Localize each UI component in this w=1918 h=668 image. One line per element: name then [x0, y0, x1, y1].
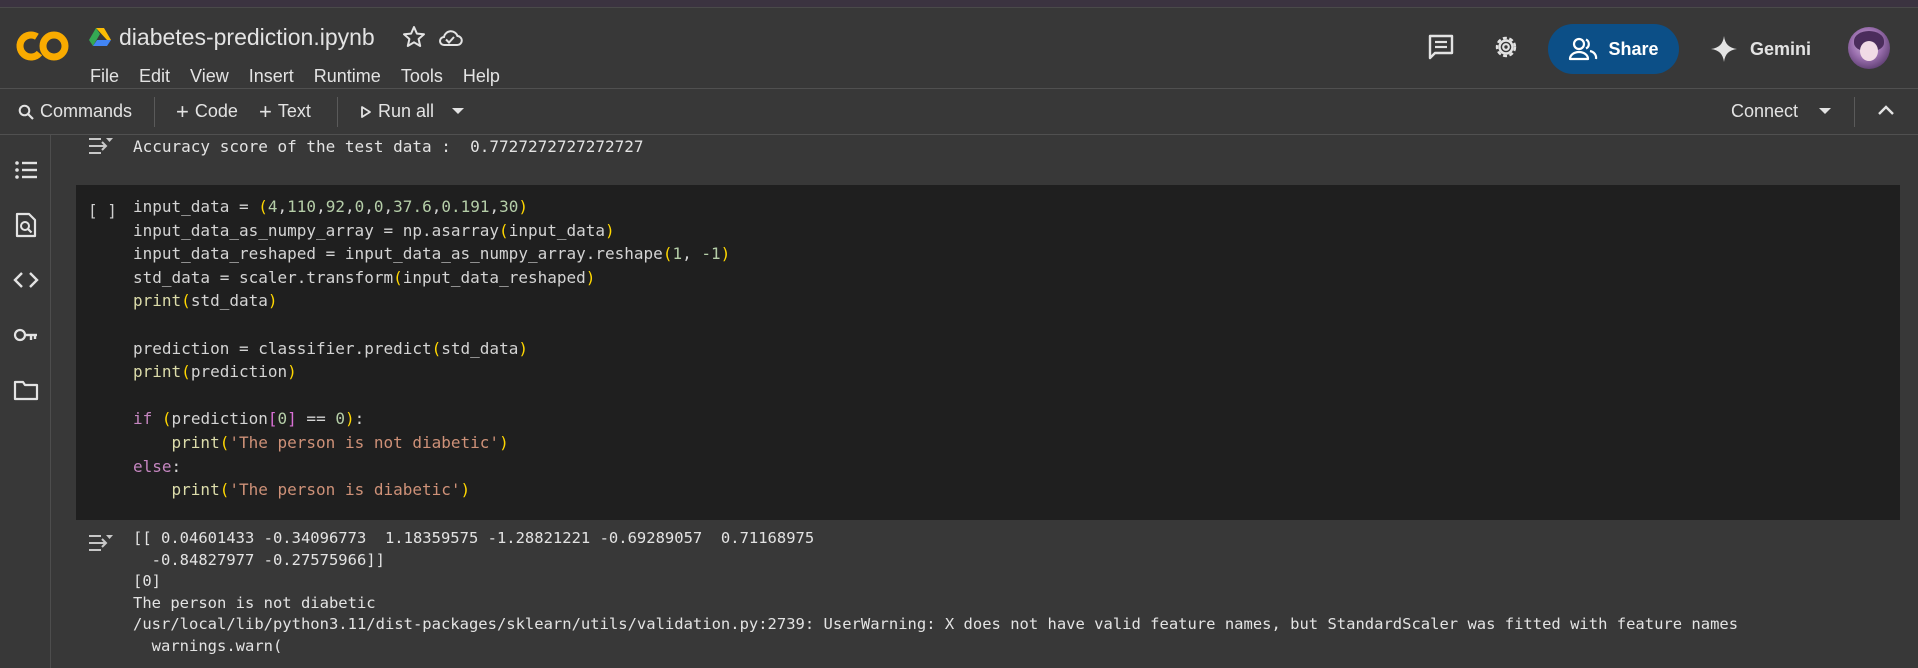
left-sidebar — [0, 135, 51, 668]
play-icon — [361, 105, 371, 118]
output-toggle-icon[interactable] — [88, 532, 114, 554]
search-icon — [18, 104, 34, 120]
table-of-contents-icon[interactable] — [13, 157, 39, 183]
colab-logo-icon[interactable] — [16, 30, 70, 62]
code-line: else: — [133, 456, 182, 476]
notebook-title[interactable]: diabetes-prediction.ipynb — [119, 24, 375, 51]
window-top-strip — [0, 0, 1918, 8]
code-line: print(prediction) — [133, 362, 297, 382]
code-line: prediction = classifier.predict(std_data… — [133, 338, 528, 358]
secrets-key-icon[interactable] — [13, 322, 39, 348]
code-line: input_data_as_numpy_array = np.asarray(i… — [133, 220, 615, 240]
prev-cell-output: Accuracy score of the test data : 0.7727… — [133, 137, 644, 156]
code-line: input_data_reshaped = input_data_as_nump… — [133, 244, 731, 264]
add-text-button[interactable]: + Text — [259, 89, 311, 134]
code-snippets-icon[interactable] — [13, 267, 39, 293]
output-toggle-icon[interactable] — [88, 135, 114, 157]
header: diabetes-prediction.ipynb File Edit View… — [0, 8, 1918, 88]
plus-icon: + — [259, 98, 272, 124]
gemini-label: Gemini — [1750, 38, 1812, 59]
connect-chevron-down-icon[interactable] — [1818, 106, 1832, 116]
gemini-button[interactable]: Gemini — [1710, 28, 1811, 70]
comment-icon[interactable] — [1426, 32, 1456, 62]
toolbar-divider — [154, 97, 155, 127]
people-icon — [1569, 37, 1598, 61]
run-all-label: Run all — [378, 101, 435, 121]
notebook-toolbar: Commands + Code + Text Run all Connect — [0, 88, 1918, 135]
google-drive-icon — [89, 28, 111, 46]
output-line: /usr/local/lib/python3.11/dist-packages/… — [133, 615, 1739, 634]
code-line: input_data = (4,110,92,0,0,37.6,0.191,30… — [133, 197, 529, 216]
plus-icon: + — [176, 98, 189, 124]
output-line: warnings.warn( — [133, 636, 283, 655]
toolbar-divider — [337, 97, 338, 127]
connect-button[interactable]: Connect — [1731, 89, 1798, 134]
code-cell[interactable]: [ ] input_data = (4,110,92,0,0,37.6,0.19… — [76, 185, 1900, 520]
notebook-content[interactable]: Accuracy score of the test data : 0.7727… — [52, 135, 1918, 668]
gemini-sparkle-icon — [1711, 36, 1737, 62]
share-label: Share — [1608, 38, 1659, 59]
code-editor[interactable]: input_data = (4,110,92,0,0,37.6,0.191,30… — [133, 195, 730, 502]
code-line: print(std_data) — [133, 291, 278, 311]
add-text-label: Text — [277, 101, 311, 121]
share-button[interactable]: Share — [1548, 24, 1679, 74]
output-line: [[ 0.04601433 -0.34096773 1.18359575 -1.… — [133, 529, 815, 547]
find-in-page-icon[interactable] — [13, 212, 39, 238]
commands-label: Commands — [40, 101, 133, 121]
files-folder-icon[interactable] — [13, 377, 39, 403]
cell-output: [[ 0.04601433 -0.34096773 1.18359575 -1.… — [133, 528, 1738, 658]
user-avatar[interactable] — [1848, 27, 1890, 69]
settings-gear-icon[interactable] — [1491, 32, 1521, 62]
add-code-button[interactable]: + Code — [176, 89, 238, 134]
connect-label: Connect — [1731, 101, 1799, 121]
chevron-down-icon[interactable] — [451, 106, 465, 116]
code-line: std_data = scaler.transform(input_data_r… — [133, 267, 596, 287]
commands-button[interactable]: Commands — [18, 89, 132, 134]
code-line: if (prediction[0] == 0): — [133, 409, 365, 429]
output-line: -0.84827977 -0.27575966]] — [133, 550, 385, 569]
add-code-label: Code — [194, 101, 238, 121]
cloud-saved-icon[interactable] — [437, 26, 463, 50]
run-all-button[interactable]: Run all — [360, 89, 434, 134]
code-line: print('The person is not diabetic') — [171, 432, 509, 452]
collapse-chevron-up-icon[interactable] — [1877, 103, 1895, 117]
code-line: print('The person is diabetic') — [171, 480, 471, 500]
output-line: The person is not diabetic — [133, 593, 376, 612]
star-icon[interactable] — [402, 25, 426, 49]
toolbar-divider — [1854, 97, 1855, 127]
output-line: [0] — [133, 572, 161, 591]
cell-run-bracket[interactable]: [ ] — [88, 199, 117, 223]
